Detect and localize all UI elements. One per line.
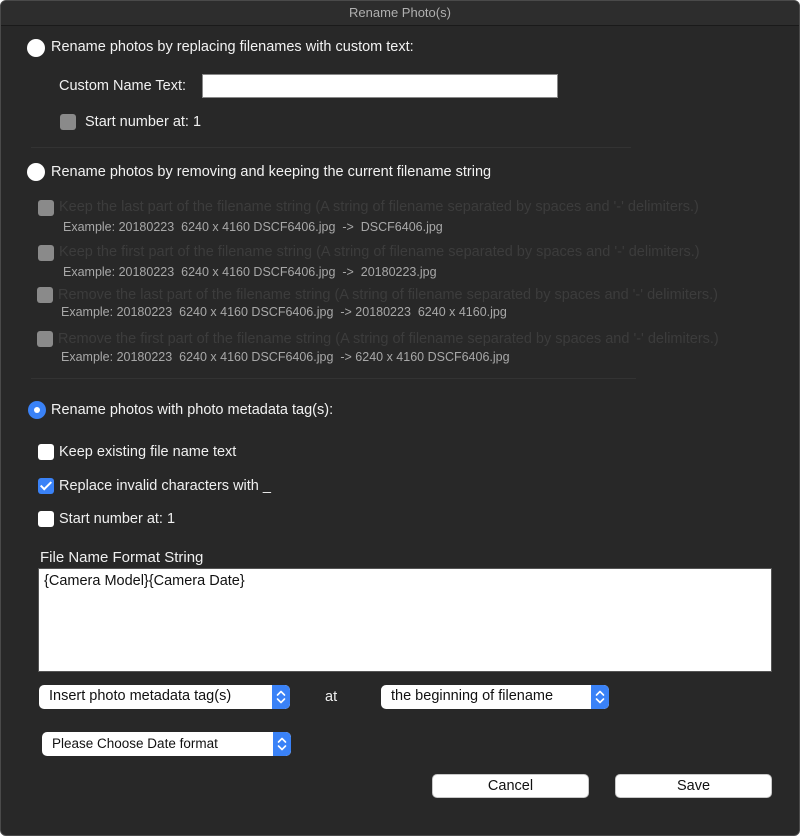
date-format-popup-value: Please Choose Date format bbox=[52, 736, 218, 751]
format-string-label: File Name Format String bbox=[40, 549, 204, 566]
separator bbox=[31, 147, 631, 148]
updown-chevron-icon bbox=[272, 685, 290, 709]
radio-remove-keep-label[interactable]: Rename photos by removing and keeping th… bbox=[51, 164, 491, 180]
keep-existing-label: Keep existing file name text bbox=[59, 444, 237, 460]
radio-metadata-tags-label[interactable]: Rename photos with photo metadata tag(s)… bbox=[51, 402, 333, 418]
keep-first-part-checkbox[interactable] bbox=[38, 245, 54, 261]
keep-existing-checkbox[interactable] bbox=[38, 444, 54, 460]
remove-first-part-label: Remove the first part of the filename st… bbox=[58, 331, 719, 347]
replace-invalid-checkbox[interactable] bbox=[38, 478, 54, 494]
keep-first-part-example: Example: 20180223 6240 x 4160 DSCF6406.j… bbox=[63, 265, 437, 279]
format-string-textarea[interactable]: {Camera Model}{Camera Date} bbox=[38, 568, 772, 672]
position-popup[interactable]: the beginning of filename bbox=[381, 685, 609, 709]
insert-tag-popup[interactable]: Insert photo metadata tag(s) bbox=[39, 685, 290, 709]
custom-name-label: Custom Name Text: bbox=[59, 78, 187, 94]
metadata-start-number-checkbox[interactable] bbox=[38, 511, 54, 527]
custom-start-number-label: Start number at: 1 bbox=[85, 114, 202, 130]
at-label: at bbox=[325, 689, 338, 705]
rename-photos-dialog: Rename Photo(s) Rename photos by replaci… bbox=[0, 0, 800, 836]
cancel-button[interactable]: Cancel bbox=[432, 774, 589, 798]
radio-custom-text[interactable] bbox=[27, 39, 45, 57]
window-title: Rename Photo(s) bbox=[1, 1, 799, 26]
metadata-start-number-label: Start number at: 1 bbox=[59, 511, 176, 527]
remove-last-part-example: Example: 20180223 6240 x 4160 DSCF6406.j… bbox=[61, 305, 507, 319]
keep-first-part-label: Keep the first part of the filename stri… bbox=[59, 244, 700, 260]
remove-last-part-label: Remove the last part of the filename str… bbox=[58, 287, 718, 303]
remove-last-part-checkbox[interactable] bbox=[37, 287, 53, 303]
remove-first-part-checkbox[interactable] bbox=[37, 331, 53, 347]
radio-metadata-tags[interactable] bbox=[28, 401, 46, 419]
updown-chevron-icon bbox=[591, 685, 609, 709]
insert-tag-popup-value: Insert photo metadata tag(s) bbox=[49, 688, 232, 704]
radio-remove-keep[interactable] bbox=[27, 163, 45, 181]
custom-start-number-checkbox[interactable] bbox=[60, 114, 76, 130]
replace-invalid-label: Replace invalid characters with _ bbox=[59, 478, 271, 494]
separator bbox=[31, 378, 636, 379]
keep-last-part-checkbox[interactable] bbox=[38, 200, 54, 216]
updown-chevron-icon bbox=[273, 732, 291, 756]
keep-last-part-label: Keep the last part of the filename strin… bbox=[59, 199, 699, 215]
date-format-popup[interactable]: Please Choose Date format bbox=[42, 732, 291, 756]
custom-name-input[interactable] bbox=[202, 74, 558, 98]
radio-custom-text-label[interactable]: Rename photos by replacing filenames wit… bbox=[51, 39, 414, 55]
keep-last-part-example: Example: 20180223 6240 x 4160 DSCF6406.j… bbox=[63, 220, 443, 234]
position-popup-value: the beginning of filename bbox=[391, 688, 554, 704]
save-button[interactable]: Save bbox=[615, 774, 772, 798]
remove-first-part-example: Example: 20180223 6240 x 4160 DSCF6406.j… bbox=[61, 350, 510, 364]
